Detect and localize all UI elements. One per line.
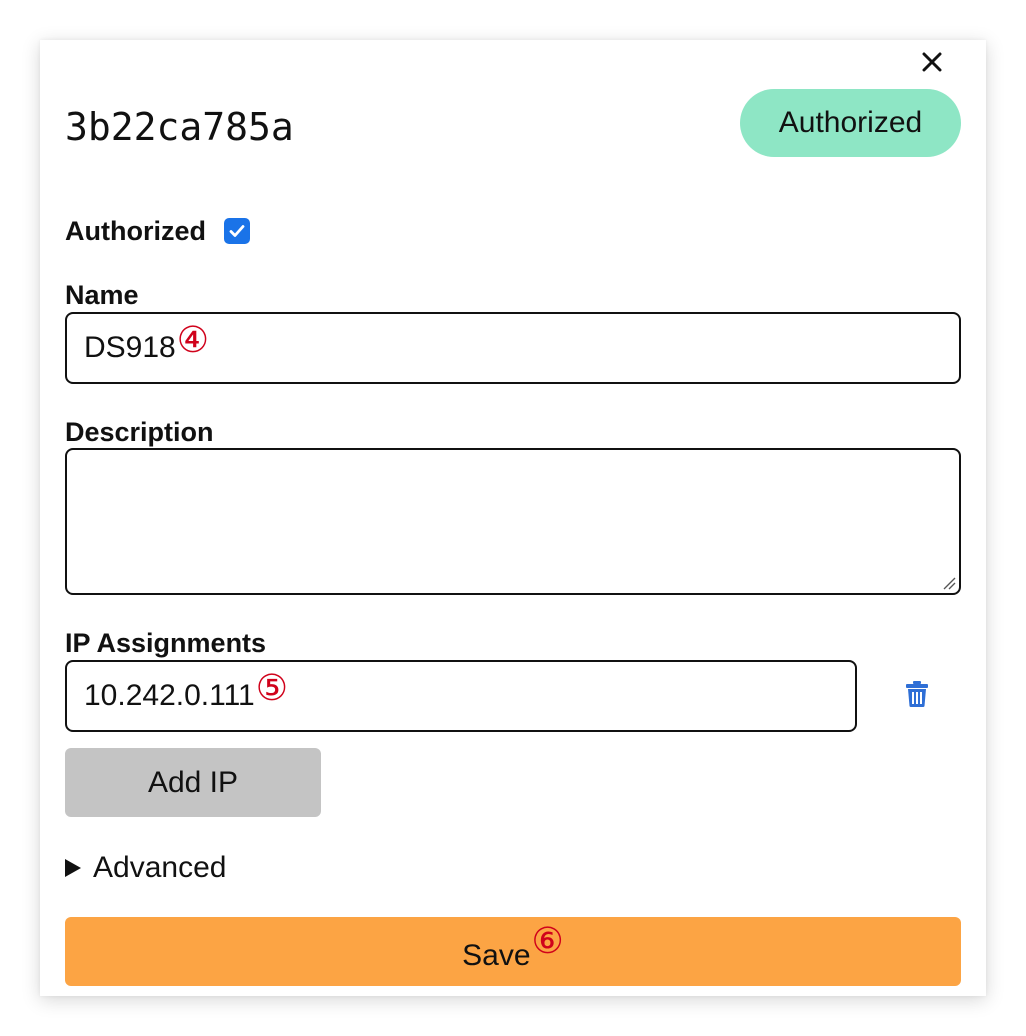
advanced-toggle[interactable]: Advanced	[65, 848, 226, 888]
trash-icon[interactable]	[904, 680, 930, 708]
description-label: Description	[65, 417, 214, 447]
status-badge: Authorized	[740, 89, 961, 157]
add-ip-button[interactable]: Add IP	[65, 748, 321, 817]
member-detail-dialog: 3b22ca785a Authorized Authorized Name DS…	[40, 40, 986, 996]
close-icon	[922, 52, 942, 72]
step-marker-4: ④	[176, 319, 210, 360]
ip-address-value: 10.242.0.111	[84, 679, 255, 712]
ip-address-field[interactable]: 10.242.0.111 ⑤	[65, 660, 857, 732]
ip-assignments-label: IP Assignments	[65, 628, 267, 658]
resize-grip-icon[interactable]	[941, 575, 957, 591]
authorized-label: Authorized	[65, 215, 206, 246]
name-field[interactable]: DS918 ④	[65, 312, 961, 384]
step-marker-5: ⑤	[255, 667, 288, 708]
step-marker-6: ⑥	[531, 919, 564, 961]
save-button[interactable]: Save ⑥	[65, 917, 961, 986]
advanced-label: Advanced	[93, 851, 227, 884]
name-label: Name	[65, 280, 139, 310]
name-value: DS918	[84, 331, 176, 364]
authorized-row: Authorized	[65, 212, 250, 250]
node-id-title: 3b22ca785a	[65, 105, 294, 149]
disclosure-triangle-icon	[65, 859, 81, 877]
close-button[interactable]	[914, 44, 950, 80]
save-label: Save	[462, 938, 531, 972]
authorized-checkbox[interactable]	[224, 218, 250, 244]
checkmark-icon	[229, 225, 245, 237]
description-textarea[interactable]	[65, 448, 961, 595]
